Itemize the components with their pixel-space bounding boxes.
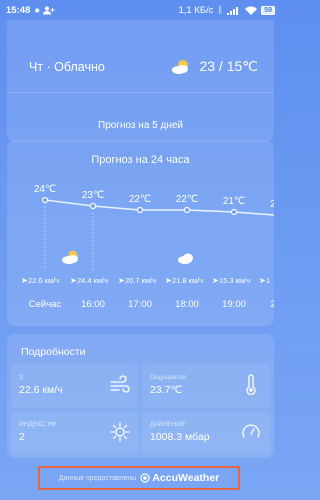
- wind-arrow-icon: ➤: [165, 276, 172, 285]
- wind-label: 20.7 км/ч: [125, 276, 156, 285]
- cloud-icon: [178, 253, 193, 264]
- partly-cloudy-icon: [172, 59, 189, 74]
- time-label: 16:00: [81, 299, 105, 310]
- pressure-value: 1008.3 мбар: [150, 431, 210, 443]
- sun-icon: [110, 422, 130, 442]
- status-time: 15:48: [6, 4, 31, 16]
- time-label: 17:00: [128, 299, 152, 310]
- wind-label: 22.6 км/ч: [28, 276, 59, 285]
- feels-like-value: 23.7℃: [150, 384, 183, 396]
- divider: [7, 92, 274, 93]
- details-card: Подробности З 22.6 км/ч Ощущается 23.7℃ …: [7, 334, 274, 458]
- time-label: Сейчас: [29, 299, 62, 310]
- status-bar: 15:48 ● 1,1 КБ/с ᛒ 59: [0, 0, 281, 20]
- accuweather-logo: AccuWeather: [140, 472, 219, 484]
- temp-label: 2: [270, 199, 274, 210]
- signal-icon: [227, 6, 239, 15]
- time-label: 2: [270, 299, 274, 310]
- temp-label: 22℃: [129, 194, 151, 205]
- wind-icon: [110, 375, 130, 393]
- time-label: 19:00: [222, 299, 246, 310]
- gauge-icon: [242, 424, 260, 438]
- uv-index-label: ИНДЕКС УФ: [19, 421, 57, 428]
- today-row[interactable]: Чт · Облачно 23 / 15℃: [29, 58, 258, 75]
- accuweather-sun-icon: [140, 473, 150, 483]
- time-label: 18:00: [175, 299, 199, 310]
- wind-label: 1: [266, 276, 270, 285]
- uv-index-detail: ИНДЕКС УФ 2: [11, 411, 139, 455]
- bluetooth-icon: ᛒ: [217, 4, 224, 16]
- wind-arrow-icon: ➤: [118, 276, 125, 285]
- wind-label: 15.3 км/ч: [219, 276, 250, 285]
- thermometer-icon: [246, 374, 256, 396]
- wind-arrow-icon: ➤: [259, 276, 266, 285]
- temp-label: 22℃: [176, 194, 198, 205]
- hourly-chart[interactable]: 24℃ 23℃ 22℃ 22℃ 21℃ 2 ➤ 22.6 км/ч ➤ 24.4…: [7, 140, 274, 326]
- feels-like-label: Ощущается: [150, 374, 186, 381]
- today-temps: 23 / 15℃: [199, 58, 258, 74]
- accuweather-brand-text: AccuWeather: [152, 472, 220, 484]
- pressure-label: ДАВЛЕНИЕ: [150, 421, 186, 428]
- temp-point: [89, 202, 97, 210]
- wind-arrow-icon: ➤: [212, 276, 219, 285]
- add-user-icon: [43, 6, 55, 14]
- uv-index-value: 2: [19, 431, 25, 443]
- temp-label: 24℃: [34, 184, 56, 195]
- data-provided-by-label: Данные предоставлены: [58, 474, 137, 482]
- wind-arrow-icon: ➤: [21, 276, 28, 285]
- wind-label: 21.8 км/ч: [172, 276, 203, 285]
- today-day-condition: Чт · Облачно: [29, 59, 105, 74]
- network-speed: 1,1 КБ/с: [178, 4, 214, 16]
- pressure-detail: ДАВЛЕНИЕ 1008.3 мбар: [142, 411, 270, 455]
- forecast-5-days-button[interactable]: Прогноз на 5 дней: [7, 120, 274, 131]
- notification-icon: ●: [34, 4, 41, 16]
- wifi-icon: [245, 6, 258, 15]
- today-card: Чт · Облачно 23 / 15℃ Прогноз на 5 дней: [7, 20, 274, 142]
- wind-value: 22.6 км/ч: [19, 384, 63, 396]
- temp-point: [136, 206, 144, 214]
- temp-point: [183, 206, 191, 214]
- temp-label: 23℃: [82, 190, 104, 201]
- partly-cloudy-icon: [62, 250, 78, 264]
- temp-point: [230, 208, 238, 216]
- hourly-forecast-card: Прогноз на 24 часа 24℃ 23℃ 22℃ 22℃ 21℃ 2…: [7, 140, 274, 326]
- wind-direction-label: З: [19, 374, 23, 381]
- temp-label: 21℃: [223, 196, 245, 207]
- feels-like-detail: Ощущается 23.7℃: [142, 364, 270, 408]
- data-provider-link[interactable]: Данные предоставлены AccuWeather: [38, 466, 240, 490]
- wind-arrow-icon: ➤: [70, 276, 77, 285]
- wind-detail: З 22.6 км/ч: [11, 364, 139, 408]
- battery-indicator: 59: [261, 5, 275, 15]
- wind-label: 24.4 км/ч: [77, 276, 108, 285]
- temp-point: [41, 196, 49, 204]
- details-title: Подробности: [21, 346, 86, 358]
